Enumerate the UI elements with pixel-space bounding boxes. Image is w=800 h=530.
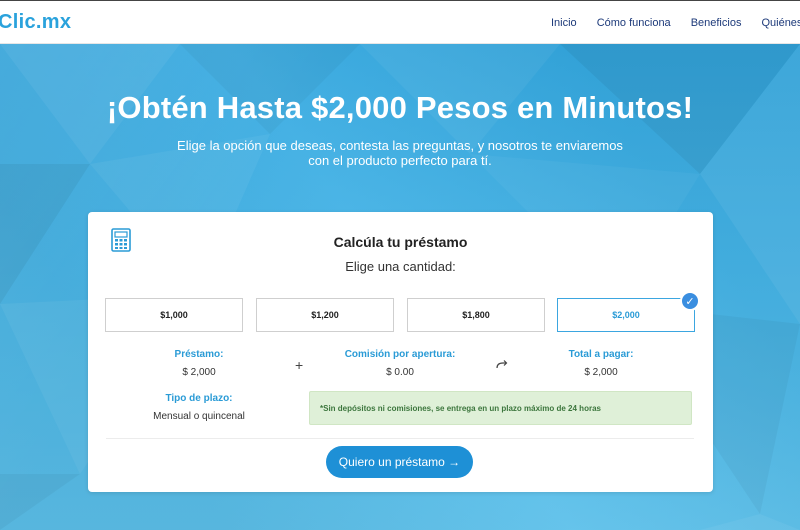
calculator-title: Calcúla tu préstamo (333, 234, 468, 250)
hero-subtitle-line-2: con el producto perfecto para tí. (308, 153, 492, 168)
hero-subtitle-line-1: Elige la opción que deseas, contesta las… (177, 138, 623, 153)
hero-title: ¡Obtén Hasta $2,000 Pesos en Minutos! (106, 90, 694, 125)
fee-value: $ 0.00 (386, 367, 414, 378)
redo-arrow-icon (496, 360, 508, 369)
card-divider (106, 438, 694, 439)
total-value: $ 2,000 (584, 367, 618, 378)
nav-item-inicio[interactable]: Inicio (551, 17, 577, 29)
nav-item-como-funciona[interactable]: Cómo funciona (597, 17, 671, 29)
amount-option-1200[interactable]: $1,200 (256, 298, 394, 332)
amount-option-2000[interactable]: $2,000 (557, 298, 695, 332)
amount-option-1000[interactable]: $1,000 (105, 298, 243, 332)
fee-label: Comisión por apertura: (344, 349, 456, 360)
check-icon: ✓ (680, 291, 700, 311)
loan-label: Préstamo: (174, 349, 224, 360)
nav-item-quienes-somos[interactable]: Quiénes somos (761, 17, 800, 29)
loan-value: $ 2,000 (182, 367, 216, 378)
total-label: Total a pagar: (568, 349, 634, 360)
nav-links: Inicio Cómo funciona Beneficios Quiénes … (551, 1, 800, 45)
calculator-subtitle: Elige una cantidad: (345, 259, 456, 274)
request-loan-button[interactable]: Quiero un préstamo → (326, 446, 473, 478)
notice-box: *Sin depósitos ni comisiones, se entrega… (309, 391, 692, 425)
plazo-label: Tipo de plazo: (165, 393, 233, 404)
top-navbar: Clic.mx Inicio Cómo funciona Beneficios … (0, 0, 800, 44)
plazo-value: Mensual o quincenal (153, 411, 245, 422)
loan-calculator-card: Calcúla tu préstamo Elige una cantidad: … (88, 212, 713, 492)
brand-logo[interactable]: Clic.mx (0, 11, 71, 34)
nav-item-beneficios[interactable]: Beneficios (691, 17, 742, 29)
hero-subtitle: Elige la opción que deseas, contesta las… (150, 138, 650, 168)
amount-option-1800[interactable]: $1,800 (407, 298, 545, 332)
plus-icon: + (295, 357, 304, 373)
